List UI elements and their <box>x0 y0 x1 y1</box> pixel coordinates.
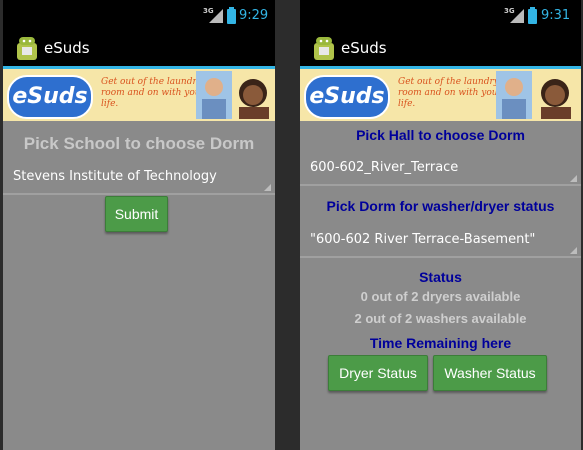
hall-spinner[interactable]: 600-602_River_Terrace <box>300 154 581 186</box>
dryer-status-button[interactable]: Dryer Status <box>328 355 428 391</box>
photo-woman-icon <box>535 71 577 119</box>
esuds-logo: eSuds <box>7 75 93 119</box>
signal-icon <box>209 9 223 23</box>
dorm-spinner-value: "600-602 River Terrace-Basement" <box>310 232 536 247</box>
battery-icon <box>528 7 537 24</box>
school-spinner[interactable]: Stevens Institute of Technology <box>3 163 275 195</box>
washer-status-button[interactable]: Washer Status <box>433 355 547 391</box>
dryers-status-text: 0 out of 2 dryers available <box>360 289 521 304</box>
status-bar: 3G 9:31 <box>300 0 581 32</box>
android-app-icon <box>314 37 334 60</box>
banner-tagline: Get out of the laundry room and on with … <box>398 77 502 109</box>
pick-hall-heading: Pick Hall to choose Dorm <box>356 127 525 143</box>
photo-people-icon <box>496 71 532 119</box>
signal-icon <box>510 9 524 23</box>
esuds-logo: eSuds <box>304 75 390 119</box>
status-bar: 3G 9:29 <box>3 0 275 32</box>
android-app-icon <box>17 37 37 60</box>
left-screen: 3G 9:29 eSuds eSuds Get out of the laund… <box>3 0 275 450</box>
dorm-spinner[interactable]: "600-602 River Terrace-Basement" <box>300 226 581 258</box>
action-bar: eSuds <box>3 32 275 69</box>
pick-school-heading: Pick School to choose Dorm <box>23 134 255 153</box>
right-screen: 3G 9:31 eSuds eSuds Get out of the laund… <box>300 0 581 450</box>
pick-dorm-heading: Pick Dorm for washer/dryer status <box>326 198 555 214</box>
ad-banner[interactable]: eSuds Get out of the laundry room and on… <box>300 69 581 121</box>
app-title: eSuds <box>341 39 387 57</box>
photo-woman-icon <box>233 71 275 119</box>
washers-status-text: 2 out of 2 washers available <box>354 311 527 326</box>
battery-icon <box>227 7 236 24</box>
status-time: 9:31 <box>541 8 571 23</box>
photo-people-icon <box>196 71 232 119</box>
time-remaining-heading: Time Remaining here <box>369 335 512 351</box>
status-heading: Status <box>419 269 462 285</box>
spinner-arrow-icon <box>570 247 577 254</box>
banner-tagline: Get out of the laundry room and on with … <box>101 77 205 109</box>
spinner-arrow-icon <box>264 184 271 191</box>
hall-spinner-value: 600-602_River_Terrace <box>310 160 459 175</box>
ad-banner[interactable]: eSuds Get out of the laundry room and on… <box>3 69 275 121</box>
action-bar: eSuds <box>300 32 581 69</box>
status-time: 9:29 <box>239 8 269 23</box>
school-spinner-value: Stevens Institute of Technology <box>13 169 217 184</box>
app-title: eSuds <box>44 39 90 57</box>
submit-button[interactable]: Submit <box>105 196 168 232</box>
spinner-arrow-icon <box>570 175 577 182</box>
